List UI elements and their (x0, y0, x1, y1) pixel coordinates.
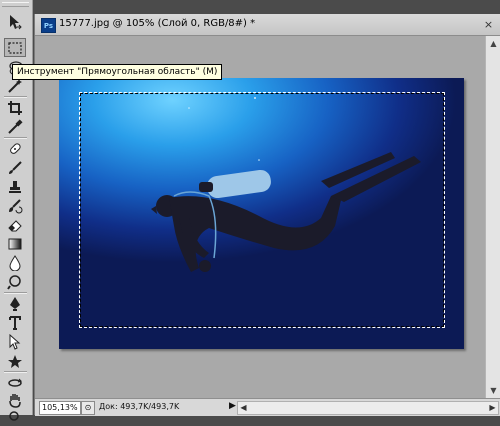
type-tool[interactable] (4, 313, 26, 332)
document-size-info: Док: 493,7K/493,7K (99, 402, 180, 411)
status-options-icon[interactable]: ⊙ (81, 401, 95, 415)
status-bar: 105,13% ⊙ Док: 493,7K/493,7K ▶ ◀ ▶ (35, 398, 500, 416)
photoshop-file-icon: Ps (41, 18, 56, 33)
document-title: 15777.jpg @ 105% (Слой 0, RGB/8#) * (59, 18, 256, 29)
shape-tool[interactable] (4, 351, 26, 370)
history-brush-icon (9, 198, 23, 213)
zoom-level-field[interactable]: 105,13% (39, 401, 81, 415)
brush-icon (9, 160, 22, 174)
type-icon (9, 315, 21, 330)
panel-grip[interactable] (2, 2, 29, 7)
diver-photo[interactable] (59, 78, 464, 349)
eyedropper-icon (8, 118, 23, 134)
document-tab[interactable]: Ps 15777.jpg @ 105% (Слой 0, RGB/8#) * × (35, 14, 500, 36)
tool-tooltip: Инструмент "Прямоугольная область" (M) (12, 64, 223, 80)
dodge-tool[interactable] (4, 272, 26, 291)
shape-icon (8, 354, 22, 368)
close-document-button[interactable]: × (482, 18, 495, 31)
hand-icon (9, 393, 21, 408)
scroll-down-icon[interactable]: ▼ (488, 385, 499, 396)
vertical-scrollbar[interactable]: ▲ ▼ (485, 36, 500, 398)
clone-stamp-icon (9, 180, 21, 193)
blur-icon (9, 254, 21, 271)
gradient-tool[interactable] (4, 234, 26, 253)
pen-tool[interactable] (4, 294, 26, 313)
scroll-left-icon[interactable]: ◀ (238, 402, 249, 414)
scroll-right-icon[interactable]: ▶ (487, 402, 498, 414)
crop-icon (8, 100, 22, 115)
path-selection-tool[interactable] (4, 332, 26, 351)
history-brush-tool[interactable] (4, 196, 26, 215)
healing-brush-tool[interactable] (4, 139, 26, 158)
scroll-up-icon[interactable]: ▲ (488, 38, 499, 49)
move-icon (10, 14, 22, 29)
status-menu-arrow-icon[interactable]: ▶ (229, 401, 236, 411)
zoom-icon (9, 410, 19, 421)
rectangular-marquee-icon (8, 41, 22, 54)
crop-tool[interactable] (4, 98, 26, 117)
pen-icon (10, 296, 20, 311)
eraser-icon (8, 219, 22, 231)
dodge-icon (7, 274, 21, 290)
eraser-tool[interactable] (4, 215, 26, 234)
3d-rotate-icon (8, 378, 22, 387)
diver-silhouette (151, 97, 421, 272)
gradient-icon (8, 238, 22, 249)
blur-tool[interactable] (4, 253, 26, 272)
path-selection-icon (9, 333, 21, 350)
zoom-tool[interactable] (4, 407, 26, 426)
tools-panel (0, 0, 33, 421)
horizontal-scrollbar[interactable]: ◀ ▶ (237, 401, 499, 415)
eyedropper-tool[interactable] (4, 117, 26, 136)
brush-tool[interactable] (4, 158, 26, 177)
move-tool[interactable] (4, 12, 26, 31)
healing-brush-icon (10, 142, 21, 154)
rectangular-marquee-tool[interactable] (4, 38, 26, 57)
canvas-area[interactable] (35, 36, 485, 398)
clone-stamp-tool[interactable] (4, 177, 26, 196)
